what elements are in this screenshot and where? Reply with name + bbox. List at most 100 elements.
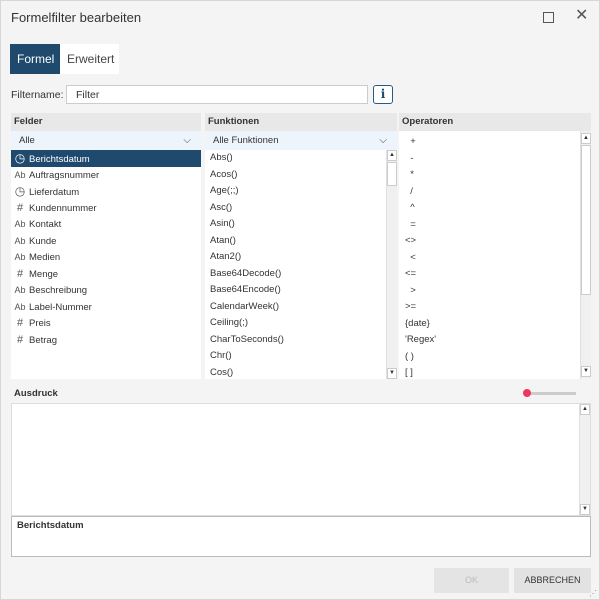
field-label: Menge xyxy=(29,268,59,280)
operator-item[interactable]: = xyxy=(399,217,591,234)
functions-list: Abs() Acos() Age(;;) Asc() Asin() Atan() Atan2… xyxy=(205,150,397,381)
clock-icon: ◷ xyxy=(14,151,26,165)
operator-item[interactable]: ^ xyxy=(399,200,591,217)
field-label: Auftragsnummer xyxy=(29,169,100,181)
operator-item[interactable]: < xyxy=(399,250,591,267)
field-item[interactable]: Ab Medien xyxy=(11,249,201,266)
field-label: Lieferdatum xyxy=(29,187,80,198)
text-icon: Ab xyxy=(14,285,26,295)
functions-filter-value: Alle Funktionen xyxy=(213,135,279,146)
scroll-up-icon[interactable]: ▲ xyxy=(387,150,397,161)
function-item[interactable]: Asc() xyxy=(205,200,397,217)
function-item[interactable]: CalendarWeek() xyxy=(205,299,397,316)
fields-filter-dropdown[interactable]: Alle ⌵ xyxy=(11,131,201,150)
text-icon: Ab xyxy=(14,252,26,262)
function-item[interactable]: Base64Encode() xyxy=(205,282,397,299)
field-item[interactable]: ◷ Berichtsdatum xyxy=(11,150,201,167)
function-item[interactable]: Cos() xyxy=(205,365,397,382)
operator-item[interactable]: + xyxy=(399,134,591,151)
operator-item[interactable]: / xyxy=(399,184,591,201)
function-item[interactable]: Base64Decode() xyxy=(205,266,397,283)
scroll-up-icon[interactable]: ▲ xyxy=(580,404,590,415)
field-item[interactable]: ◷ Lieferdatum xyxy=(11,183,201,200)
clock-icon: ◷ xyxy=(14,184,26,198)
field-label: Betrag xyxy=(29,334,57,346)
cancel-button[interactable]: ABBRECHEN xyxy=(514,568,591,593)
field-label: Preis xyxy=(29,318,51,329)
function-item[interactable]: CharToSeconds() xyxy=(205,332,397,349)
dialog-title: Formelfilter bearbeiten xyxy=(11,10,142,25)
field-item[interactable]: Ab Kunde xyxy=(11,233,201,250)
filtername-label: Filtername: xyxy=(11,89,64,101)
field-item[interactable]: # Menge xyxy=(11,266,201,283)
operator-item[interactable]: > xyxy=(399,283,591,300)
function-item[interactable]: Atan() xyxy=(205,233,397,250)
scroll-down-icon[interactable]: ▼ xyxy=(581,366,591,377)
operator-item[interactable]: ( ) xyxy=(399,349,591,366)
text-icon: Ab xyxy=(14,169,26,180)
field-item[interactable]: Ab Label-Nummer xyxy=(11,299,201,316)
operators-panel: Operatoren + - * / ^ = <> < <= > >= {date} 'R… xyxy=(399,113,591,379)
operator-item[interactable]: * xyxy=(399,167,591,184)
scroll-down-icon[interactable]: ▼ xyxy=(387,368,397,379)
field-item[interactable]: Ab Beschreibung xyxy=(11,282,201,299)
expression-scrollbar[interactable]: ▲ ▼ xyxy=(579,404,590,515)
number-icon: # xyxy=(16,201,24,214)
scroll-down-icon[interactable]: ▼ xyxy=(580,504,590,515)
tab-erweitert[interactable]: Erweitert xyxy=(60,44,119,74)
function-item[interactable]: Abs() xyxy=(205,150,397,167)
zoom-slider-track[interactable] xyxy=(528,392,576,395)
field-label: Kunde xyxy=(29,235,57,247)
operators-header: Operatoren xyxy=(399,113,591,131)
expression-text xyxy=(12,404,590,410)
filtername-input[interactable] xyxy=(66,85,368,104)
ok-button[interactable]: OK xyxy=(434,568,509,593)
functions-panel: Funktionen Alle Funktionen ⌵ Abs() Acos() A… xyxy=(205,113,397,379)
field-item[interactable]: # Preis xyxy=(11,315,201,332)
scroll-thumb[interactable] xyxy=(387,162,397,186)
function-item[interactable]: Ceiling(;) xyxy=(205,315,397,332)
resize-grip-icon[interactable]: ⋰ xyxy=(589,589,599,599)
functions-filter-dropdown[interactable]: Alle Funktionen ⌵ xyxy=(205,131,397,150)
function-item[interactable]: Chr() xyxy=(205,348,397,365)
fields-panel: Felder Alle ⌵ ◷ Berichtsdatum Ab Auftragsnum… xyxy=(11,113,201,379)
scroll-thumb[interactable] xyxy=(581,145,591,295)
operator-item[interactable]: {date} xyxy=(399,316,591,333)
field-item[interactable]: Ab Auftragsnummer xyxy=(11,167,201,184)
close-icon[interactable]: ✕ xyxy=(575,7,588,25)
fields-header: Felder xyxy=(11,113,201,131)
expression-header: Ausdruck xyxy=(14,388,58,399)
function-item[interactable]: Age(;;) xyxy=(205,183,397,200)
field-label: Medien xyxy=(29,252,61,263)
function-item[interactable]: Acos() xyxy=(205,167,397,184)
description-box: Berichtsdatum xyxy=(11,516,591,557)
tab-formel[interactable]: Formel xyxy=(10,44,60,74)
function-item[interactable]: Atan2() xyxy=(205,249,397,266)
number-icon: # xyxy=(16,317,24,329)
info-button[interactable]: i xyxy=(373,85,393,104)
maximize-icon[interactable] xyxy=(543,12,554,23)
zoom-slider-handle[interactable] xyxy=(523,389,531,397)
text-icon: Ab xyxy=(14,219,26,229)
chevron-down-icon: ⌵ xyxy=(183,135,191,146)
scroll-up-icon[interactable]: ▲ xyxy=(581,133,591,144)
fields-list: ◷ Berichtsdatum Ab Auftragsnummer ◷ Lieferdat… xyxy=(11,150,201,348)
operator-item[interactable]: - xyxy=(399,151,591,168)
operator-item[interactable]: <= xyxy=(399,266,591,283)
field-item[interactable]: # Betrag xyxy=(11,332,201,349)
field-item[interactable]: Ab Kontakt xyxy=(11,216,201,233)
operator-item[interactable]: <> xyxy=(399,233,591,250)
functions-header: Funktionen xyxy=(205,113,397,131)
operator-item[interactable]: >= xyxy=(399,299,591,316)
operators-scrollbar[interactable]: ▲ ▼ xyxy=(580,131,591,379)
functions-scrollbar[interactable]: ▲ ▼ xyxy=(386,150,397,379)
text-icon: Ab xyxy=(14,235,26,246)
field-label: Label-Nummer xyxy=(29,301,92,313)
operator-item[interactable]: 'Regex' xyxy=(399,332,591,349)
field-item[interactable]: # Kundennummer xyxy=(11,200,201,217)
expression-editor[interactable]: ▲ ▼ xyxy=(11,403,591,516)
function-item[interactable]: Asin() xyxy=(205,216,397,233)
chevron-down-icon: ⌵ xyxy=(379,135,387,146)
text-icon: Ab xyxy=(14,301,26,312)
operator-item[interactable]: [ ] xyxy=(399,365,591,382)
